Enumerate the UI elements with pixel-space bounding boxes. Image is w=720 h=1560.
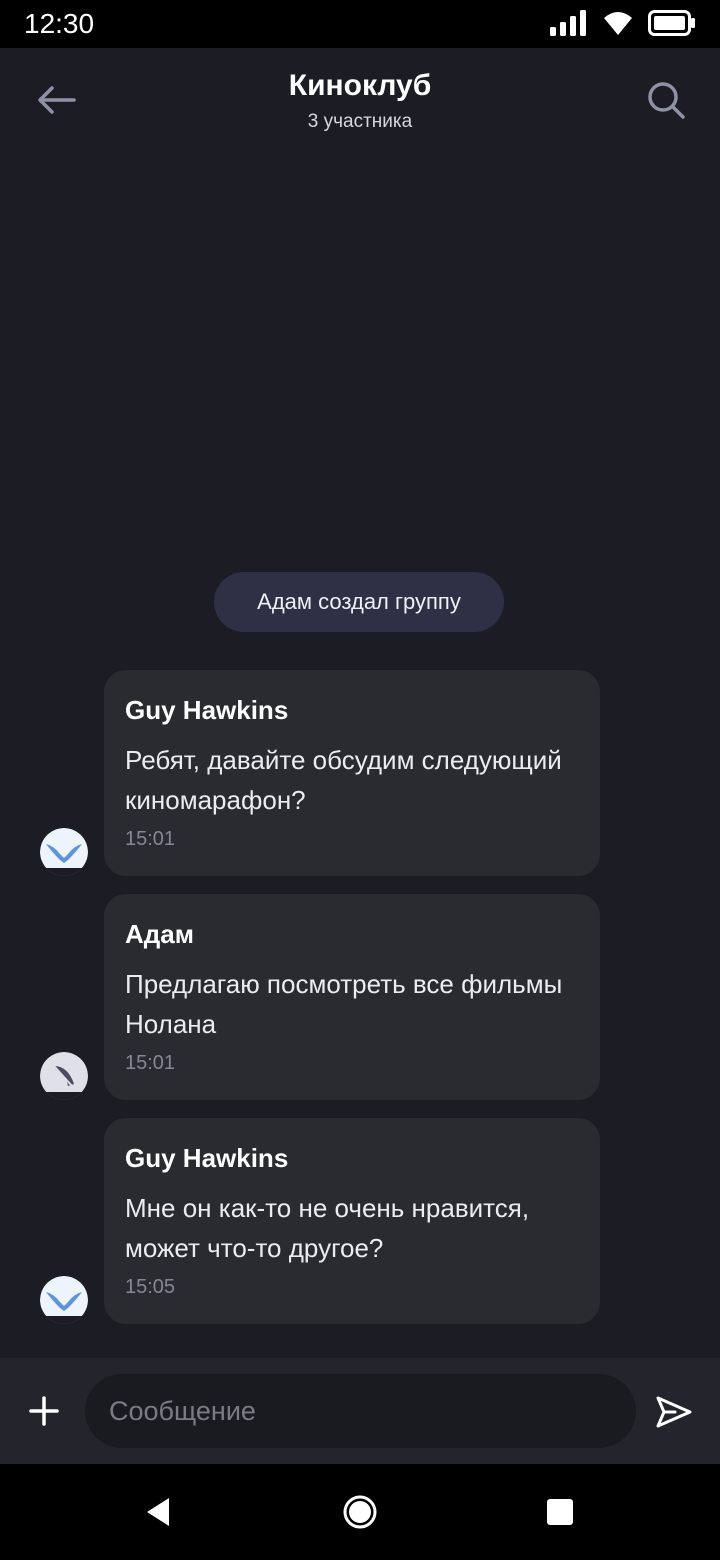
search-icon — [648, 82, 685, 119]
bird-avatar-icon[interactable] — [40, 1276, 88, 1324]
home-circle-icon — [343, 1495, 377, 1529]
system-message: Адам создал группу — [214, 572, 504, 632]
message-time: 15:05 — [125, 1276, 176, 1298]
send-icon — [656, 1396, 692, 1428]
participants-count: 3 участника — [307, 111, 413, 132]
message-composer — [0, 1358, 720, 1464]
battery-icon — [648, 10, 695, 36]
wifi-icon — [604, 12, 632, 35]
square-recents-icon — [547, 1499, 573, 1525]
send-button[interactable] — [652, 1390, 696, 1434]
nav-back-button[interactable] — [134, 1488, 182, 1536]
message-bubble: Guy Hawkins Ребят, давайте обсудим следу… — [104, 670, 600, 876]
message-time: 15:01 — [125, 1052, 176, 1074]
search-button[interactable] — [642, 76, 690, 124]
chat-title: Киноклуб — [288, 69, 432, 102]
bird-avatar-icon[interactable] — [40, 828, 88, 876]
attach-button[interactable] — [24, 1391, 64, 1431]
message-text: Предлагаю посмотреть все фильмы Нолана — [125, 969, 563, 1039]
message-time: 15:01 — [125, 828, 176, 850]
message-input[interactable] — [85, 1374, 636, 1448]
triangle-back-icon — [147, 1498, 169, 1526]
signal-icon — [550, 10, 586, 36]
nav-home-button[interactable] — [336, 1488, 384, 1536]
message-text: Ребят, давайте обсудим следующий киномар… — [125, 745, 562, 815]
feather-avatar-icon[interactable] — [40, 1052, 88, 1100]
status-bar: 12:30 — [0, 0, 720, 48]
message-bubble: Адам Предлагаю посмотреть все фильмы Нол… — [104, 894, 600, 1100]
chat-header: Киноклуб 3 участника — [0, 48, 720, 152]
chat-screen: 12:30 Киноклуб 3 участника Адам создал г… — [0, 0, 720, 1560]
message-sender: Guy Hawkins — [125, 1143, 289, 1173]
nav-recents-button[interactable] — [536, 1488, 584, 1536]
system-nav-bar — [0, 1464, 720, 1560]
plus-icon — [29, 1396, 59, 1426]
status-icons — [550, 10, 696, 36]
message-sender: Guy Hawkins — [125, 695, 289, 725]
message-bubble: Guy Hawkins Мне он как-то не очень нрави… — [104, 1118, 600, 1324]
message-text: Мне он как-то не очень нравится, может ч… — [125, 1193, 530, 1263]
status-time: 12:30 — [24, 8, 95, 39]
message-sender: Адам — [125, 919, 194, 949]
